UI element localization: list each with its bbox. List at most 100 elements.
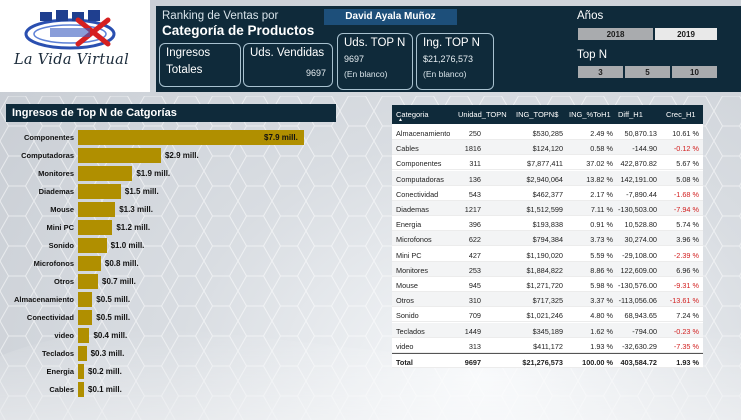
bar[interactable] xyxy=(78,328,90,343)
report-title: Ranking de Ventas por Categoría de Produ… xyxy=(162,10,314,38)
bar-row[interactable]: Energia $0.2 mill. xyxy=(0,364,340,379)
table-cell: Mini PC xyxy=(396,250,422,260)
card-ingresos-totales: Ingresos Totales xyxy=(159,43,241,87)
table-header: Categoria ▲ Unidad_TOPN ING_TOPN$ ING_%T… xyxy=(392,105,703,124)
table-cell: $411,172 xyxy=(533,341,563,351)
table-cell: 422,870.82 xyxy=(620,159,657,169)
col-header-crec[interactable]: Crec_H1 xyxy=(666,110,696,119)
bar-row[interactable]: Conectividad $0.5 mill. xyxy=(0,310,340,325)
bar-row[interactable]: Componentes $7.9 mill. xyxy=(0,130,340,145)
table-cell: Almacenamiento xyxy=(396,129,451,138)
bar[interactable] xyxy=(78,256,101,271)
card-uds-vendidas-value: 9697 xyxy=(305,68,326,78)
header-panel: Ranking de Ventas por Categoría de Produ… xyxy=(156,6,741,92)
table-cell: -130,576.00 xyxy=(618,281,657,290)
table-row[interactable]: Sonido 709 $1,021,246 4.80 % 68,943.65 7.24 % xyxy=(392,307,703,323)
year-option-2018[interactable]: 2018 xyxy=(577,27,654,41)
bar-chart-title: Ingresos de Top N de Catgorías xyxy=(6,104,336,122)
table-cell: 250 xyxy=(468,129,481,138)
table-row[interactable]: video 313 $411,172 1.93 % -32,630.29 -7.35 % xyxy=(392,338,703,353)
table-cell: 1217 xyxy=(464,205,481,214)
card-uds-vendidas: Uds. Vendidas 9697 xyxy=(243,43,333,87)
category-table: Categoria ▲ Unidad_TOPN ING_TOPN$ ING_%T… xyxy=(392,105,703,368)
bar[interactable] xyxy=(78,364,84,379)
table-row[interactable]: Diademas 1217 $1,512,599 7.11 % -130,503.00 -… xyxy=(392,201,703,216)
bar[interactable] xyxy=(78,202,116,217)
table-cell: $1,512,599 xyxy=(526,205,563,214)
table-row[interactable]: Componentes 311 $7,877,411 37.02 % 422,870.8… xyxy=(392,155,703,171)
table-cell: 10.61 % xyxy=(672,129,699,138)
bar[interactable] xyxy=(78,310,93,325)
card-uds-vendidas-label: Uds. Vendidas xyxy=(250,47,325,59)
table-cell: 1.93 % xyxy=(676,358,699,367)
table-cell: Total xyxy=(396,358,413,367)
bar[interactable] xyxy=(78,292,93,307)
bar-data-label: $0.1 mill. xyxy=(88,385,122,394)
bar-row[interactable]: Almacenamiento $0.5 mill. xyxy=(0,292,340,307)
table-row[interactable]: Almacenamiento 250 $530,285 2.49 % 50,870.13… xyxy=(392,125,703,140)
table-cell: $462,377 xyxy=(532,189,563,199)
bar-data-label: $1.5 mill. xyxy=(124,187,159,196)
bar[interactable] xyxy=(78,220,113,235)
report-subtitle: Ranking de Ventas por xyxy=(162,10,279,22)
report-page: La Vida Virtual Ranking de Ventas por Ca… xyxy=(0,0,741,420)
bar-row[interactable]: Computadoras $2.9 mill. xyxy=(0,148,340,163)
col-header-ing-topn[interactable]: ING_TOPN$ xyxy=(516,110,558,119)
bar-row[interactable]: Mouse $1.3 mill. xyxy=(0,202,340,217)
user-name-badge: David Ayala Muñoz xyxy=(324,9,457,25)
bar-data-label: $1.3 mill. xyxy=(119,205,153,214)
table-cell: $1,190,020 xyxy=(526,250,563,260)
bar-category-label: Cables xyxy=(49,385,74,394)
bar-row[interactable]: Teclados $0.3 mill. xyxy=(0,346,340,361)
bar-category-label: Computadoras xyxy=(21,151,74,160)
bar-row[interactable]: Monitores $1.9 mill. xyxy=(0,166,340,181)
year-option-2019[interactable]: 2019 xyxy=(654,27,718,41)
table-row[interactable]: Monitores 253 $1,884,822 8.86 % 122,609.00 6.… xyxy=(392,261,703,277)
bar-row[interactable]: video $0.4 mill. xyxy=(0,328,340,343)
table-cell: 5.67 % xyxy=(676,159,699,169)
table-row[interactable]: Otros 310 $717,325 3.37 % -113,056.06 -13.61 … xyxy=(392,292,703,308)
table-cell: Componentes xyxy=(396,159,442,169)
bar-row[interactable]: Sonido $1.0 mill. xyxy=(0,238,340,253)
sort-ascending-icon: ▲ xyxy=(398,117,403,123)
bar[interactable] xyxy=(78,274,99,289)
table-cell: 396 xyxy=(468,220,481,230)
card-ing-top-n: Ing. TOP N $21,276,573 (En blanco) xyxy=(416,33,494,90)
col-header-unidad[interactable]: Unidad_TOPN xyxy=(458,110,507,119)
table-cell: 122,609.00 xyxy=(620,265,657,275)
col-header-ing-pct[interactable]: ING_%ToH1 xyxy=(569,110,611,119)
topn-option-3[interactable]: 3 xyxy=(577,65,624,79)
bar[interactable] xyxy=(78,166,133,181)
bar-category-label: Mouse xyxy=(50,205,74,214)
table-row[interactable]: Conectividad 543 $462,377 2.17 % -7,890.44 -1… xyxy=(392,186,703,201)
bar[interactable] xyxy=(78,346,87,361)
table-row[interactable]: Mouse 945 $1,271,720 5.98 % -130,576.00 -9.31… xyxy=(392,277,703,292)
table-row[interactable]: Microfonos 622 $794,384 3.73 % 30,274.00 3.96… xyxy=(392,231,703,247)
bar[interactable] xyxy=(78,148,161,163)
bar-row[interactable]: Cables $0.1 mill. xyxy=(0,382,340,397)
bar-row[interactable]: Otros $0.7 mill. xyxy=(0,274,340,289)
bar-row[interactable]: Mini PC $1.2 mill. xyxy=(0,220,340,235)
bar-row[interactable]: Diademas $1.5 mill. xyxy=(0,184,340,199)
topn-option-5[interactable]: 5 xyxy=(624,65,671,79)
bar-row[interactable]: Microfonos $0.8 mill. xyxy=(0,256,340,271)
table-row[interactable]: Mini PC 427 $1,190,020 5.59 % -29,108.00 -2.3… xyxy=(392,247,703,262)
bar-data-label: $1.2 mill. xyxy=(116,223,151,232)
table-total-row[interactable]: Total 9697 $21,276,573 100.00 % 403,584.72 1.… xyxy=(392,353,703,368)
bar[interactable] xyxy=(78,184,121,199)
bar-data-label: $1.9 mill. xyxy=(136,169,171,178)
topn-option-10[interactable]: 10 xyxy=(671,65,718,79)
col-header-diff[interactable]: Diff_H1 xyxy=(618,110,643,119)
table-row[interactable]: Teclados 1449 $345,189 1.62 % -794.00 -0.23 % xyxy=(392,322,703,338)
table-cell: -1.68 % xyxy=(673,189,699,199)
table-row[interactable]: Energia 396 $193,838 0.91 % 10,528.80 5.74 % xyxy=(392,216,703,232)
table-row[interactable]: Computadoras 136 $2,940,064 13.82 % 142,191.… xyxy=(392,170,703,186)
table-cell: $2,940,064 xyxy=(526,174,563,184)
table-row[interactable]: Cables 1816 $124,120 0.58 % -144.90 -0.12 % xyxy=(392,140,703,156)
table-cell: $1,271,720 xyxy=(526,281,563,290)
table-cell: -29,108.00 xyxy=(622,250,657,260)
table-cell: 253 xyxy=(468,265,481,275)
bar[interactable] xyxy=(78,382,84,397)
bar[interactable] xyxy=(78,238,107,253)
card-uds-top-n-label: Uds. TOP N xyxy=(344,37,406,49)
